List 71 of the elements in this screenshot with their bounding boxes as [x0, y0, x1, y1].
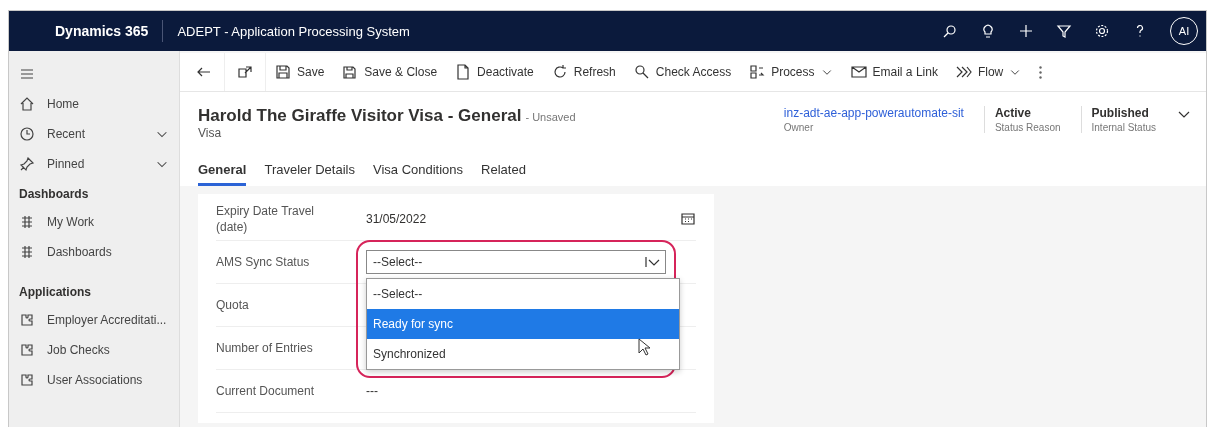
field-label: Expiry Date Travel (date) — [216, 203, 316, 235]
menu-icon — [19, 66, 35, 82]
mouse-cursor-icon — [638, 338, 650, 356]
tab[interactable]: Traveler Details — [264, 158, 355, 186]
chevron-down-icon — [645, 254, 661, 270]
entity-name: Visa — [198, 126, 223, 140]
more-icon — [1039, 65, 1043, 79]
owner-link[interactable]: inz-adt-ae-app-powerautomate-sit — [783, 106, 964, 120]
process-icon — [749, 64, 766, 80]
section-heading: Dashboards — [18, 186, 90, 203]
refresh-icon — [551, 64, 568, 80]
dropdown-option[interactable]: Synchronized — [367, 339, 679, 369]
lightbulb-icon — [980, 23, 996, 39]
field-value: --- — [366, 384, 378, 398]
section-heading: Applications — [18, 284, 92, 301]
clock-icon — [19, 126, 35, 142]
command-button[interactable]: Flow — [946, 56, 1031, 88]
tab[interactable]: General — [198, 158, 247, 186]
command-button[interactable]: Deactivate — [446, 56, 543, 88]
settings-icon — [1094, 23, 1110, 39]
search-icon — [942, 23, 958, 39]
nav-item[interactable]: Home — [9, 89, 179, 119]
command-button[interactable]: Process — [740, 56, 842, 88]
field-value: 31/05/2022 — [366, 212, 427, 226]
command-button[interactable]: Save & Close — [333, 56, 447, 88]
header-label: Owner — [783, 122, 815, 133]
nav-item[interactable]: My Work — [9, 207, 179, 237]
nav-item[interactable]: Pinned — [9, 149, 179, 179]
command-button[interactable]: Save — [266, 56, 334, 88]
search-icon — [633, 64, 650, 80]
select-field[interactable]: --Select-- — [366, 250, 666, 274]
nav-item[interactable]: Job Checks — [9, 335, 179, 365]
calendar-icon — [680, 211, 696, 227]
home-icon — [19, 96, 35, 112]
dropdown-option[interactable]: --Select-- — [367, 279, 679, 309]
command-button[interactable]: Refresh — [542, 56, 625, 88]
save-close-icon — [342, 64, 359, 80]
field-label: Quota — [216, 297, 250, 313]
header-value: Published — [1091, 106, 1150, 120]
field-label: Number of Entries — [216, 340, 314, 356]
puzzle-icon — [19, 342, 35, 358]
popout-icon — [237, 64, 253, 80]
filter-icon — [1056, 23, 1072, 39]
header-label: Status Reason — [994, 122, 1061, 133]
puzzle-icon — [19, 312, 35, 328]
tab[interactable]: Related — [481, 158, 526, 186]
dropdown-option[interactable]: Ready for sync — [367, 309, 679, 339]
nav-item[interactable]: User Associations — [9, 365, 179, 395]
grid-icon — [19, 214, 35, 230]
field-label: Current Document — [216, 383, 316, 399]
product-name: Dynamics 365 — [55, 23, 149, 39]
puzzle-icon — [19, 372, 35, 388]
tab[interactable]: Visa Conditions — [372, 158, 464, 186]
document-icon — [455, 64, 472, 80]
plus-icon — [1018, 23, 1034, 39]
save-status: - Unsaved — [525, 111, 576, 123]
email-icon — [850, 64, 867, 80]
flow-icon — [955, 64, 972, 80]
field-label: AMS Sync Status — [216, 254, 311, 270]
pin-icon — [19, 156, 35, 172]
save-icon — [275, 64, 291, 80]
app-title: ADEPT - Application Processing System — [177, 23, 410, 39]
nav-item[interactable]: Employer Accreditati... — [9, 305, 179, 335]
command-button[interactable]: Check Access — [624, 56, 741, 88]
grid-icon — [19, 244, 35, 260]
command-button[interactable]: Email a Link — [841, 56, 947, 88]
record-title: Harold The Giraffe Visitor Visa - General — [198, 106, 522, 125]
nav-item[interactable]: Dashboards — [9, 237, 179, 267]
header-value: Active — [994, 106, 1032, 120]
header-label: Internal Status — [1091, 122, 1156, 133]
nav-item[interactable]: Recent — [9, 119, 179, 149]
